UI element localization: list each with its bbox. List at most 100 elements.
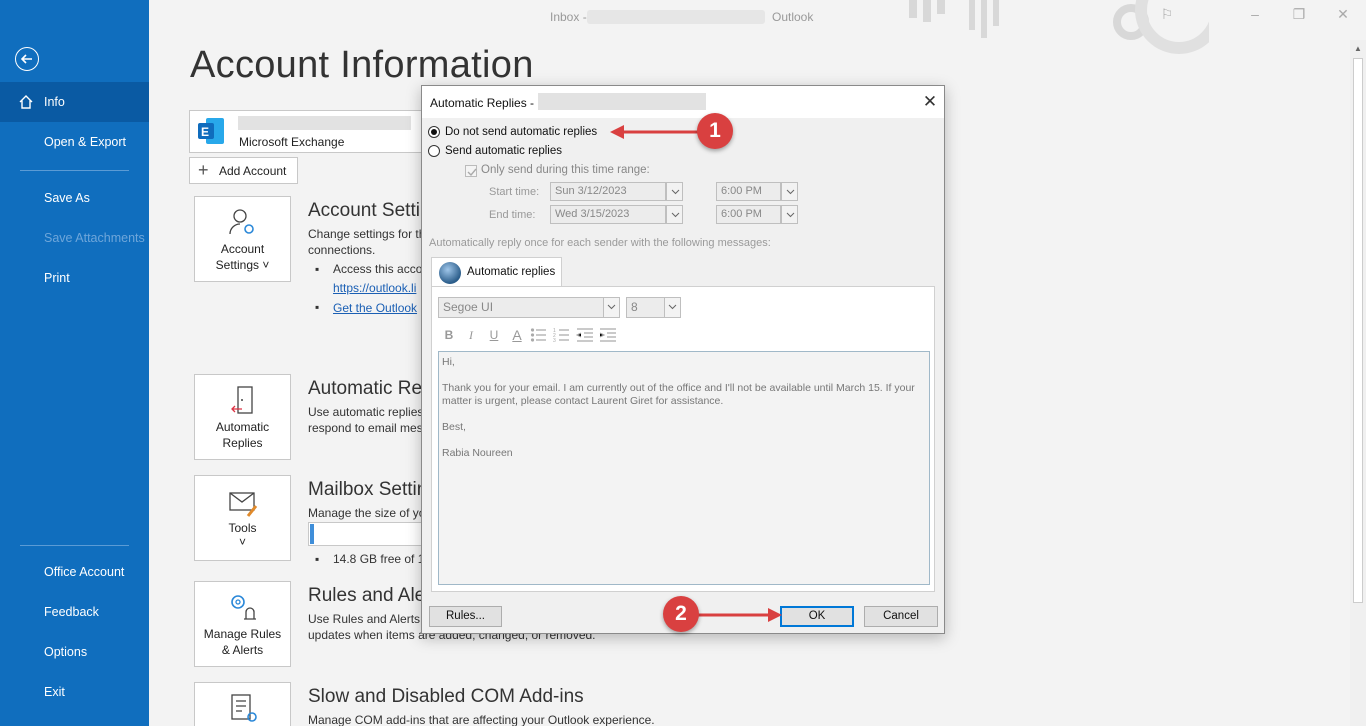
sidebar-item-label: Info xyxy=(44,95,65,109)
message-line: Rabia Noureen xyxy=(442,447,513,459)
account-selector[interactable]: E Microsoft Exchange xyxy=(189,110,429,153)
sidebar-item-label: Open & Export xyxy=(44,135,126,149)
rules-heading: Rules and Aler xyxy=(308,585,432,606)
account-settings-heading: Account Settin xyxy=(308,200,431,221)
decrease-indent-icon[interactable] xyxy=(576,326,594,344)
tile-label: Account xyxy=(220,242,265,256)
no-auto-replies-radio[interactable] xyxy=(428,126,440,138)
tile-label: ˅ xyxy=(238,535,246,549)
com-addins-tile[interactable] xyxy=(194,682,291,726)
font-size-value: 8 xyxy=(631,300,638,314)
sidebar-item-options[interactable]: Options xyxy=(0,632,149,672)
end-date-field[interactable]: Wed 3/15/2023 xyxy=(550,205,666,224)
send-auto-replies-radio[interactable] xyxy=(428,145,440,157)
door-arrow-icon xyxy=(231,386,253,414)
sidebar-item-exit[interactable]: Exit xyxy=(0,672,149,712)
message-panel: Segoe UI 8 B I U A 123 Hi, Thank you for… xyxy=(431,286,935,592)
tab-label: Automatic replies xyxy=(467,266,556,278)
sidebar-item-save-as[interactable]: Save As xyxy=(0,178,149,218)
sidebar-item-print[interactable]: Print xyxy=(0,258,149,298)
bullets-icon[interactable] xyxy=(530,326,548,344)
increase-indent-icon[interactable] xyxy=(599,326,617,344)
get-outlook-app-link[interactable]: Get the Outlook xyxy=(333,301,417,315)
close-window-icon[interactable]: ✕ xyxy=(1335,6,1351,22)
send-auto-replies-label[interactable]: Send automatic replies xyxy=(445,145,562,157)
annotation-arrow-1 xyxy=(610,125,706,139)
numbering-icon[interactable]: 123 xyxy=(553,326,571,344)
scroll-up-icon[interactable]: ▲ xyxy=(1354,44,1362,53)
redacted-dialog-email xyxy=(538,93,706,110)
sidebar-item-info[interactable]: Info xyxy=(0,82,149,122)
outlook-web-link[interactable]: https://outlook.li xyxy=(333,281,416,295)
restore-icon[interactable]: ❐ xyxy=(1291,6,1307,22)
sidebar-item-label: Save As xyxy=(44,191,90,205)
font-family-select[interactable]: Segoe UI xyxy=(438,297,620,318)
svg-text:3: 3 xyxy=(553,338,556,344)
chevron-down-icon[interactable] xyxy=(603,298,619,317)
section-text: Manage COM add-ins that are affecting yo… xyxy=(308,713,655,726)
cancel-button[interactable]: Cancel xyxy=(864,606,938,627)
list-gear-icon xyxy=(231,694,257,722)
sidebar-item-label: Options xyxy=(44,645,88,659)
sidebar-item-office-account[interactable]: Office Account xyxy=(0,552,149,592)
sidebar-item-label: Print xyxy=(44,271,70,285)
step-badge-1: 1 xyxy=(697,113,733,149)
start-time-field[interactable]: 6:00 PM xyxy=(716,182,781,201)
rules-button[interactable]: Rules... xyxy=(429,606,502,627)
font-size-select[interactable]: 8 xyxy=(626,297,681,318)
sidebar-item-open-export[interactable]: Open & Export xyxy=(0,122,149,162)
account-type-label: Microsoft Exchange xyxy=(239,135,345,149)
time-range-label: Only send during this time range: xyxy=(481,164,650,176)
end-time-label: End time: xyxy=(489,209,536,221)
auto-reply-description: Automatically reply once for each sender… xyxy=(429,237,771,249)
chevron-down-icon[interactable] xyxy=(664,298,680,317)
section-text: connections. xyxy=(308,243,376,257)
ok-button[interactable]: OK xyxy=(780,606,854,627)
section-text: Use automatic replies xyxy=(308,405,421,419)
font-family-value: Segoe UI xyxy=(443,300,494,314)
back-arrow-icon[interactable] xyxy=(15,47,39,71)
tools-tile[interactable]: Tools ˅ xyxy=(194,475,291,561)
mailbox-usage-bar xyxy=(308,522,424,546)
feedback-icon[interactable]: ⚐ xyxy=(1159,6,1175,22)
svg-text:E: E xyxy=(201,125,209,139)
account-settings-tile[interactable]: Account Settings ˅ xyxy=(194,196,291,282)
annotation-arrow-2 xyxy=(694,608,782,622)
sidebar-item-feedback[interactable]: Feedback xyxy=(0,592,149,632)
close-icon[interactable]: ✕ xyxy=(920,92,940,112)
window-title-inbox: Inbox - xyxy=(550,10,587,24)
bullet-dot: ▪ xyxy=(315,300,320,314)
underline-button[interactable]: U xyxy=(485,326,503,344)
no-auto-replies-label[interactable]: Do not send automatic replies xyxy=(445,126,597,138)
automatic-replies-tile[interactable]: Automatic Replies xyxy=(194,374,291,460)
add-account-button[interactable]: + Add Account xyxy=(189,157,298,184)
scroll-thumb[interactable] xyxy=(1353,58,1363,603)
sidebar-item-label: Office Account xyxy=(44,565,125,579)
chevron-down-icon[interactable] xyxy=(781,182,798,201)
tile-label: Settings ˅ xyxy=(215,258,270,272)
sidebar-item-save-attachments: Save Attachments xyxy=(0,218,149,258)
dialog-titlebar: Automatic Replies - ✕ xyxy=(422,86,944,118)
bold-button[interactable]: B xyxy=(440,326,458,344)
window-titlebar: Inbox - Outlook ⚐ – ❐ ✕ xyxy=(149,0,1366,54)
end-time-field[interactable]: 6:00 PM xyxy=(716,205,781,224)
chevron-down-icon[interactable] xyxy=(781,205,798,224)
tab-automatic-replies[interactable]: Automatic replies xyxy=(431,257,562,287)
bullet-text: Access this accou xyxy=(333,262,430,276)
italic-button[interactable]: I xyxy=(462,326,480,344)
backstage-sidebar: Info Open & Export Save As Save Attachme… xyxy=(0,0,149,726)
home-icon xyxy=(19,95,33,109)
manage-rules-tile[interactable]: Manage Rules & Alerts xyxy=(194,581,291,667)
minimize-icon[interactable]: – xyxy=(1247,6,1263,22)
redacted-email xyxy=(587,10,765,24)
font-color-button[interactable]: A xyxy=(508,326,526,344)
chevron-down-icon[interactable] xyxy=(666,205,683,224)
time-range-checkbox[interactable] xyxy=(465,165,477,177)
start-date-field[interactable]: Sun 3/12/2023 xyxy=(550,182,666,201)
page-title: Account Information xyxy=(190,44,534,86)
start-time-label: Start time: xyxy=(489,186,540,198)
reply-message-editor[interactable]: Hi, Thank you for your email. I am curre… xyxy=(438,351,930,585)
chevron-down-icon[interactable] xyxy=(666,182,683,201)
dialog-title: Automatic Replies - xyxy=(430,96,535,110)
page-scrollbar[interactable]: ▲ xyxy=(1350,40,1366,726)
